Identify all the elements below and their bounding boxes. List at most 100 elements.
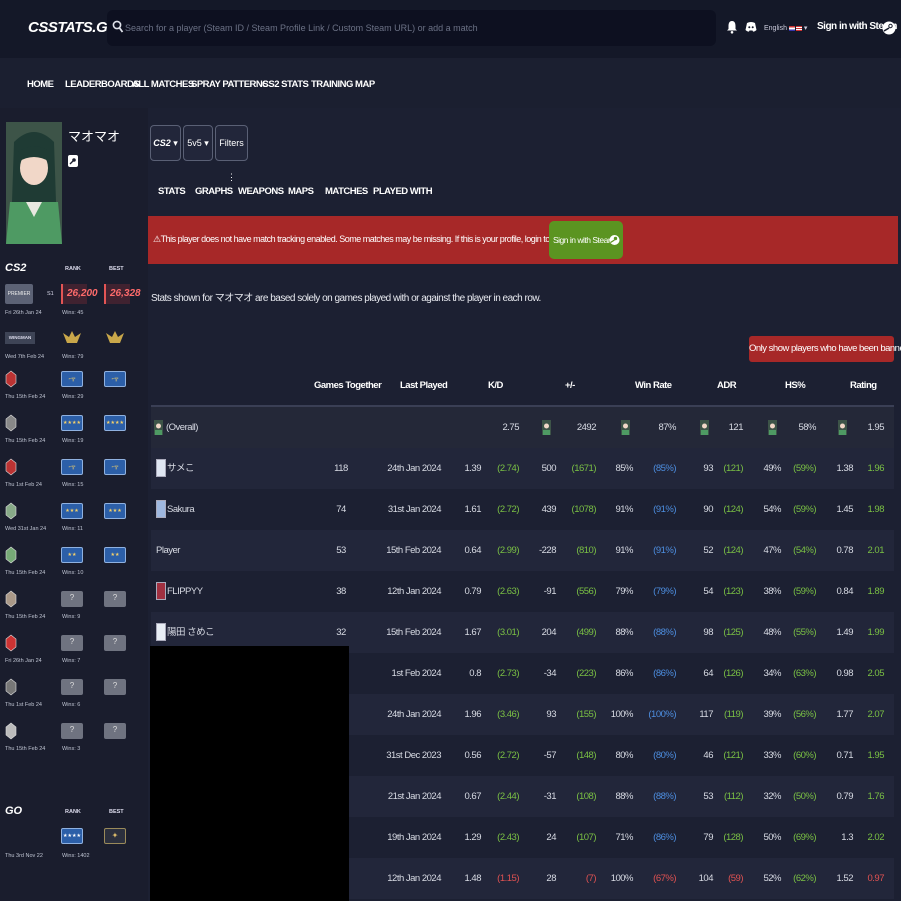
win-rate-overall-value: (91%) [653, 545, 676, 556]
col-plus-minus[interactable]: +/- [565, 380, 575, 391]
mode-selector[interactable]: 5v5 ▾ [183, 125, 213, 161]
col-games-together[interactable]: Games Together [314, 380, 382, 391]
adr-value: 117 [699, 709, 713, 720]
tab-matches[interactable]: MATCHES [325, 186, 368, 197]
col-win-rate[interactable]: Win Rate [635, 380, 672, 391]
premier-badge: PREMIER [5, 284, 33, 304]
win-rate-value: 85% [615, 463, 633, 474]
filters-button[interactable]: Filters ⋮ [215, 125, 248, 182]
rating-overall-value: 1.95 [867, 750, 885, 761]
kd-overall-value: (2.43) [497, 832, 519, 843]
table-row[interactable]: Player 53 15th Feb 2024 0.64 (2.99) -228 (810)… [151, 530, 894, 571]
adr-overall-value: (123) [723, 586, 743, 597]
main-nav: HOME LEADERBOARDS ALL MATCHES SPRAY PATT… [0, 58, 901, 108]
steam-icon[interactable] [882, 18, 896, 38]
player-avatar[interactable] [156, 623, 166, 641]
go-rank-icon: ★★★★ [61, 828, 83, 844]
map-rank-icon: ? [61, 591, 83, 607]
steam-profile-icon[interactable] [68, 155, 78, 167]
steam-icon [609, 235, 620, 245]
site-logo[interactable]: CSSTATS.GG [28, 19, 119, 36]
tab-weapons[interactable]: WEAPONS [238, 186, 284, 197]
nav-training-map[interactable]: TRAINING MAP [311, 79, 375, 90]
main-content: CS2 ▾ 5v5 ▾ Filters ⋮ STATS GRAPHS WEAPO… [148, 108, 901, 901]
wingman-rank-icon [63, 331, 81, 343]
kd-value: 0.67 [464, 791, 482, 802]
plus-minus-overall-value: (223) [576, 668, 596, 679]
map-rank-icon: ? [61, 679, 83, 695]
nav-leaderboards[interactable]: LEADERBOARDS [65, 79, 140, 90]
player-avatar[interactable] [156, 582, 166, 600]
tab-stats[interactable]: STATS [158, 186, 186, 197]
alert-signin-button[interactable]: Sign in with Steam [549, 221, 623, 259]
hs-overall-value: (60%) [793, 750, 816, 761]
col-adr[interactable]: ADR [717, 380, 737, 391]
map-rank-date: Thu 1st Feb 24 [5, 482, 42, 488]
win-rate-value: 88% [615, 627, 633, 638]
last-played-value: 31st Dec 2023 [386, 750, 441, 761]
flag-icon [788, 25, 795, 31]
discord-icon[interactable] [745, 20, 757, 34]
win-rate-overall-value: (100%) [648, 709, 676, 720]
tab-graphs[interactable]: GRAPHS [195, 186, 233, 197]
search-bar[interactable] [107, 10, 716, 46]
win-rate-overall-value: (88%) [653, 627, 676, 638]
kd-value: 1.67 [464, 627, 482, 638]
kd-overall-value: (2.73) [497, 668, 519, 679]
adr-value: 121 [728, 422, 744, 433]
table-row[interactable]: Sakura 74 31st Jan 2024 1.61 (2.72) 439 (1078)… [151, 489, 894, 530]
kd-value: 1.61 [464, 504, 482, 515]
tab-maps[interactable]: MAPS [288, 186, 314, 197]
game-selector[interactable]: CS2 ▾ [150, 125, 181, 161]
table-row[interactable]: サメこ 118 24th Jan 2024 1.39 (2.74) 500 (1671) 85… [151, 448, 894, 489]
win-rate-overall-value: (86%) [653, 668, 676, 679]
game-selector-label: CS2 [153, 138, 171, 148]
nav-home[interactable]: HOME [27, 79, 54, 90]
nav-spray-patterns[interactable]: SPRAY PATTERNS [191, 79, 269, 90]
last-played-value: 15th Feb 2024 [386, 545, 441, 556]
bell-icon[interactable] [726, 20, 738, 34]
map-rank-date: Thu 15th Feb 24 [5, 394, 46, 400]
go-best-column-header: BEST [109, 809, 124, 815]
plus-minus-overall-value: (1671) [571, 463, 597, 474]
rating-overall-value: 2.01 [867, 545, 885, 556]
rating-overall-value: 1.96 [867, 463, 885, 474]
kd-overall-value: (2.44) [497, 791, 519, 802]
filters-label: Filters [219, 138, 244, 148]
hs-overall-value: (56%) [793, 709, 816, 720]
plus-minus-value: -34 [543, 668, 557, 679]
map-rank-icon: ? [61, 635, 83, 651]
kd-overall-value: (2.63) [497, 586, 519, 597]
table-row[interactable]: FLIPPYY 38 12th Jan 2024 0.79 (2.63) -91 (556)… [151, 571, 894, 612]
alert-signin-label: Sign in with Steam [553, 235, 615, 245]
map-best-icon: ★★★ [104, 503, 126, 519]
col-rating[interactable]: Rating [850, 380, 877, 391]
banned-filter-button[interactable]: Only show players who have been banned [749, 336, 901, 362]
adr-overall-value: (112) [724, 791, 743, 802]
tab-played-with[interactable]: PLAYED WITH [373, 186, 433, 197]
kd-overall-value: (3.01) [497, 627, 519, 638]
map-best-icon: ⌐╦ [104, 459, 126, 475]
win-rate-overall-value: (88%) [653, 791, 676, 802]
win-rate-value: 79% [615, 586, 633, 597]
nav-all-matches[interactable]: ALL MATCHES [132, 79, 194, 90]
col-kd[interactable]: K/D [488, 380, 503, 391]
search-input[interactable] [125, 10, 710, 46]
map-icon [5, 458, 17, 476]
rating-value: 1.49 [836, 627, 854, 638]
player-avatar[interactable] [156, 500, 166, 518]
win-rate-overall-value: (67%) [653, 873, 676, 884]
kd-value: 1.96 [464, 709, 482, 720]
col-hs[interactable]: HS% [785, 380, 806, 391]
rating-value: 1.52 [836, 873, 854, 884]
map-rank-date: Thu 15th Feb 24 [5, 570, 46, 576]
player-name: サメこ [167, 463, 195, 474]
kd-overall-value: (2.99) [497, 545, 519, 556]
tracking-alert: ⚠This player does not have match trackin… [148, 216, 898, 264]
player-avatar[interactable] [156, 459, 166, 477]
col-last-played[interactable]: Last Played [400, 380, 448, 391]
nav-cs2-stats[interactable]: CS2 STATS [262, 79, 309, 90]
rating-value: 1.95 [867, 422, 885, 433]
language-selector[interactable]: English ▾ [764, 24, 807, 32]
adr-overall-value: (128) [723, 832, 743, 843]
